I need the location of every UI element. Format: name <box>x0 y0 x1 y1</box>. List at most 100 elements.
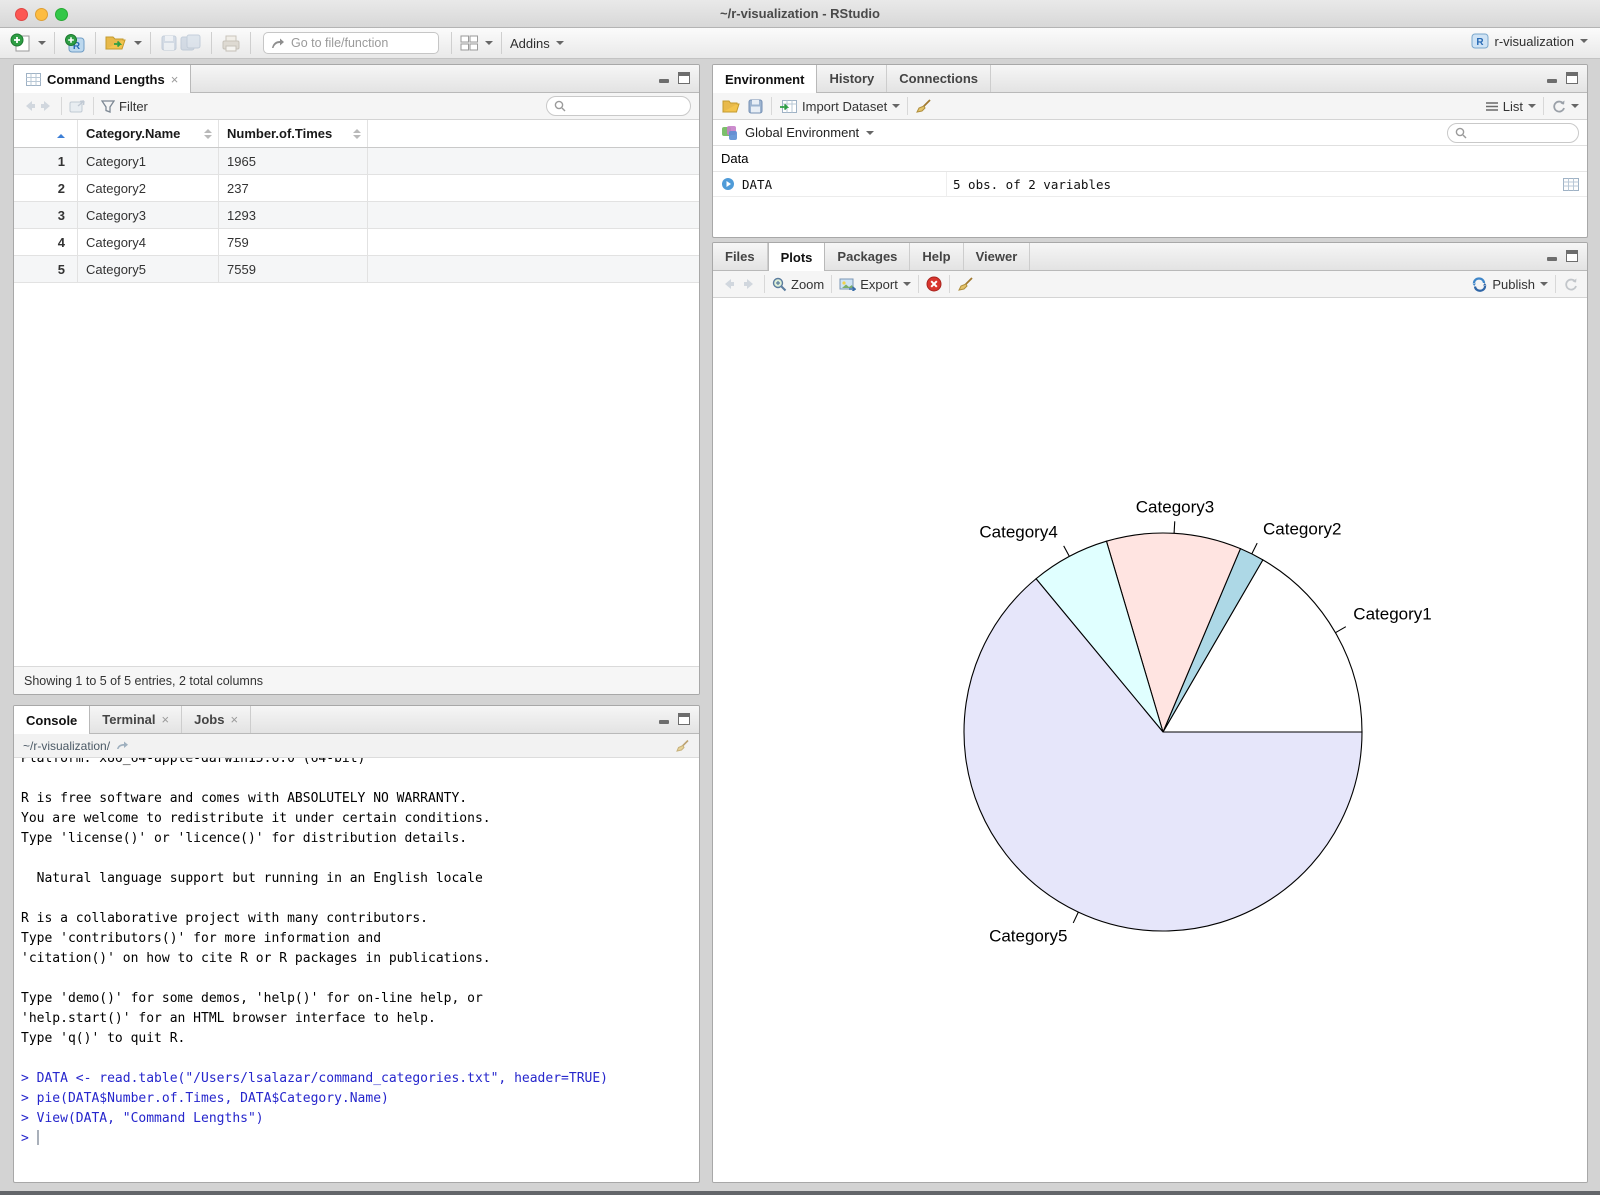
sort-toggle-icon[interactable] <box>204 128 212 139</box>
back-icon[interactable] <box>22 99 38 113</box>
publish-label[interactable]: Publish <box>1492 277 1535 292</box>
list-view-icon <box>1485 101 1499 112</box>
viewer-search-box[interactable] <box>546 96 691 116</box>
cell-category-name: Category4 <box>77 229 218 255</box>
zoom-plot-icon[interactable] <box>772 277 787 292</box>
viewer-search-input[interactable] <box>571 99 681 113</box>
print-icon[interactable] <box>220 33 242 53</box>
view-table-icon[interactable] <box>1563 177 1579 191</box>
pie-label-tick <box>1335 626 1347 634</box>
list-view-caret[interactable] <box>1528 104 1536 108</box>
col-header-category-name[interactable]: Category.Name <box>77 120 218 147</box>
goto-file-box[interactable] <box>263 32 439 54</box>
console-line: 'help.start()' for an HTML browser inter… <box>21 1011 436 1026</box>
console-cursor <box>36 1130 40 1145</box>
import-dataset-label[interactable]: Import Dataset <box>802 99 887 114</box>
pie-label: Category3 <box>1136 497 1214 516</box>
environment-scope-caret[interactable] <box>866 130 875 135</box>
new-file-icon[interactable] <box>10 33 32 53</box>
popout-window-icon[interactable] <box>69 99 86 113</box>
project-caret <box>1580 39 1588 43</box>
goto-file-input[interactable] <box>291 36 421 50</box>
console-output[interactable]: Platform: x86_64-apple-darwin15.6.0 (64-… <box>14 758 699 1176</box>
filter-label[interactable]: Filter <box>119 99 148 114</box>
forward-icon[interactable] <box>38 99 54 113</box>
tab-help[interactable]: Help <box>910 243 964 270</box>
save-icon[interactable] <box>159 33 179 53</box>
remove-plot-icon[interactable] <box>926 276 942 292</box>
close-tab-icon[interactable]: × <box>230 713 238 726</box>
col-header-number-of-times[interactable]: Number.of.Times <box>218 120 368 147</box>
tab-history[interactable]: History <box>817 65 888 92</box>
save-all-icon[interactable] <box>179 33 203 53</box>
tab-console[interactable]: Console <box>14 706 91 734</box>
sort-toggle-icon[interactable] <box>353 128 361 139</box>
export-plot-label[interactable]: Export <box>860 277 898 292</box>
minimize-pane-icon[interactable] <box>1545 250 1559 262</box>
tab-files[interactable]: Files <box>713 243 768 270</box>
r-project-icon: R <box>1471 32 1489 50</box>
maximize-pane-icon[interactable] <box>1565 250 1579 262</box>
tab-jobs[interactable]: Jobs × <box>182 706 252 733</box>
list-view-label[interactable]: List <box>1503 99 1523 114</box>
minimize-pane-icon[interactable] <box>657 72 671 84</box>
table-row[interactable]: 3 Category3 1293 <box>14 202 699 229</box>
environment-search-input[interactable] <box>1472 125 1582 140</box>
new-project-icon[interactable]: R <box>63 33 87 54</box>
console-pane: Console Terminal × Jobs × ~/r-visualizatio… <box>13 705 700 1183</box>
pane-layout-caret[interactable] <box>485 41 493 45</box>
tab-packages[interactable]: Packages <box>825 243 911 270</box>
environment-search-box[interactable] <box>1447 122 1582 143</box>
refresh-plot-icon[interactable] <box>1563 277 1579 292</box>
filter-icon[interactable] <box>101 99 115 113</box>
table-row[interactable]: 2 Category2 237 <box>14 175 699 202</box>
pie-label-tick <box>1173 521 1176 534</box>
clear-environment-icon[interactable] <box>915 98 933 114</box>
environment-object-row[interactable]: DATA 5 obs. of 2 variables <box>713 172 1587 197</box>
minimize-pane-icon[interactable] <box>657 713 671 725</box>
open-file-dropdown-caret[interactable] <box>134 41 142 45</box>
new-file-dropdown-caret[interactable] <box>38 41 46 45</box>
open-file-icon[interactable] <box>104 33 128 53</box>
zoom-plot-label[interactable]: Zoom <box>791 277 824 292</box>
table-row[interactable]: 5 Category5 7559 <box>14 256 699 283</box>
tab-environment[interactable]: Environment <box>713 65 818 93</box>
refresh-caret[interactable] <box>1571 104 1579 108</box>
addins-menu[interactable]: Addins <box>510 36 564 51</box>
publish-caret[interactable] <box>1540 282 1548 286</box>
import-dataset-icon[interactable] <box>779 99 798 114</box>
tab-viewer[interactable]: Viewer <box>964 243 1031 270</box>
clear-all-plots-icon[interactable] <box>957 276 975 292</box>
close-tab-icon[interactable]: × <box>162 713 170 726</box>
goto-directory-icon[interactable] <box>116 740 129 751</box>
table-row[interactable]: 4 Category4 759 <box>14 229 699 256</box>
tab-terminal[interactable]: Terminal × <box>90 706 183 733</box>
project-selector[interactable]: R r-visualization <box>1471 32 1588 50</box>
export-plot-icon[interactable] <box>839 277 857 291</box>
refresh-icon[interactable] <box>1551 99 1567 114</box>
export-plot-caret[interactable] <box>902 282 911 286</box>
tab-command-lengths[interactable]: Command Lengths × <box>14 65 192 93</box>
maximize-pane-icon[interactable] <box>677 713 691 725</box>
next-plot-icon[interactable] <box>741 277 757 291</box>
previous-plot-icon[interactable] <box>721 277 737 291</box>
close-tab-icon[interactable]: × <box>171 73 179 86</box>
maximize-pane-icon[interactable] <box>1565 72 1579 84</box>
pane-layout-icon[interactable] <box>460 35 479 51</box>
load-workspace-icon[interactable] <box>721 98 741 115</box>
expand-object-icon[interactable] <box>721 177 735 191</box>
save-workspace-icon[interactable] <box>747 98 764 114</box>
tab-plots[interactable]: Plots <box>767 243 826 271</box>
clear-console-icon[interactable] <box>675 739 691 753</box>
console-line: Platform: x86_64-apple-darwin15.6.0 (64-… <box>21 758 366 766</box>
tab-connections[interactable]: Connections <box>887 65 991 92</box>
environment-scope-label[interactable]: Global Environment <box>745 125 859 140</box>
minimize-pane-icon[interactable] <box>1545 72 1559 84</box>
rownum-header[interactable] <box>14 129 77 138</box>
import-dataset-caret[interactable] <box>892 104 901 108</box>
maximize-pane-icon[interactable] <box>677 72 691 84</box>
table-row[interactable]: 1 Category1 1965 <box>14 148 699 175</box>
addins-caret <box>555 41 564 45</box>
